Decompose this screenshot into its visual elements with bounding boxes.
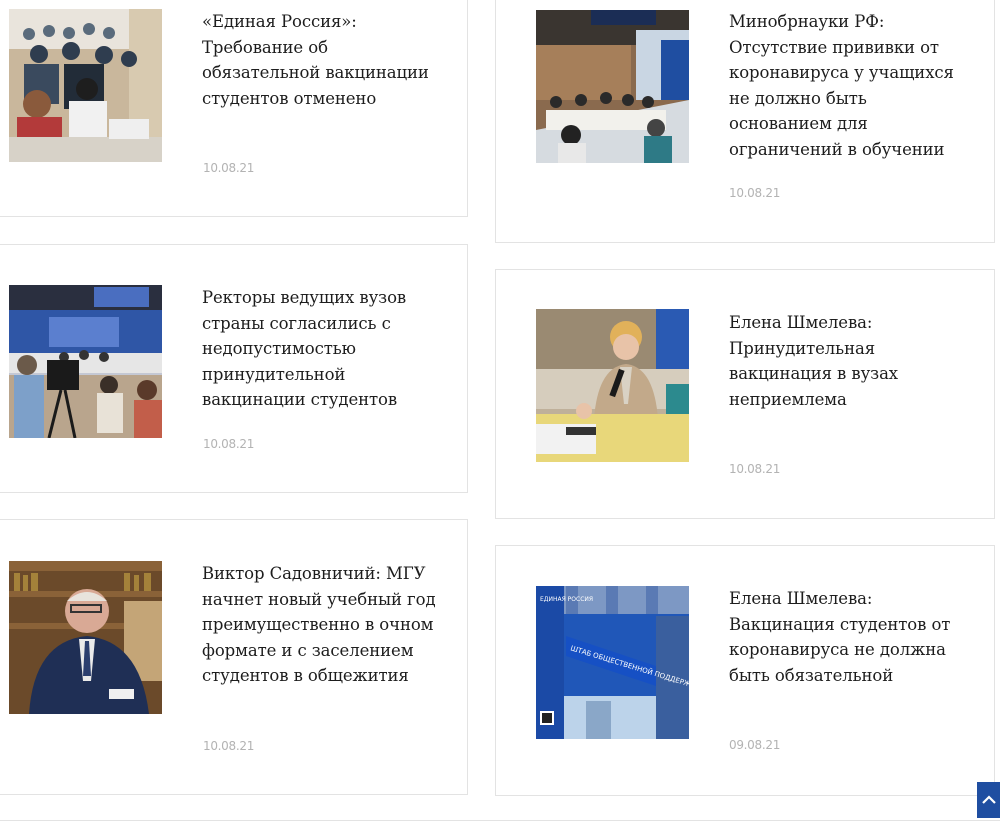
woman-speaker-photo	[536, 309, 689, 462]
news-date: 10.08.21	[203, 161, 255, 175]
news-thumbnail[interactable]: ЕДИНАЯ РОССИЯ ШТАБ ОБЩЕСТВЕННОЙ ПОДДЕРЖК…	[536, 586, 689, 739]
news-thumbnail[interactable]	[9, 285, 162, 438]
rector-portrait-photo	[9, 561, 162, 714]
support-headquarters-photo: ЕДИНАЯ РОССИЯ ШТАБ ОБЩЕСТВЕННОЙ ПОДДЕРЖК…	[536, 586, 689, 739]
news-thumbnail[interactable]	[9, 9, 162, 162]
news-date: 10.08.21	[203, 437, 255, 451]
news-date: 10.08.21	[729, 462, 781, 476]
news-card[interactable]: ЕДИНАЯ РОССИЯ ШТАБ ОБЩЕСТВЕННОЙ ПОДДЕРЖК…	[495, 545, 995, 796]
news-title[interactable]: Елена Шмелева: Принудительная вакцинация…	[729, 310, 969, 412]
news-card[interactable]: Виктор Садовничий: МГУ начнет новый учеб…	[0, 519, 468, 795]
news-thumbnail[interactable]	[536, 10, 689, 163]
news-thumbnail[interactable]	[9, 561, 162, 714]
chevron-up-icon	[981, 793, 996, 808]
news-date: 10.08.21	[203, 739, 255, 753]
news-card[interactable]: «Единая Россия»: Требование об обязатель…	[0, 0, 468, 217]
scroll-to-top-button[interactable]	[977, 782, 1000, 818]
news-card[interactable]: Ректоры ведущих вузов страны согласились…	[0, 244, 468, 493]
party-logo-text: ЕДИНАЯ РОССИЯ	[540, 596, 593, 603]
news-title[interactable]: Ректоры ведущих вузов страны согласились…	[202, 285, 442, 413]
news-title[interactable]: «Единая Россия»: Требование об обязатель…	[202, 9, 432, 111]
news-card[interactable]: Елена Шмелева: Принудительная вакцинация…	[495, 269, 995, 519]
news-title[interactable]: Елена Шмелева: Вакцинация студентов от к…	[729, 586, 969, 688]
news-date: 10.08.21	[729, 186, 781, 200]
news-thumbnail[interactable]	[536, 309, 689, 462]
next-row-divider	[0, 820, 1000, 821]
conference-room-photo	[536, 10, 689, 163]
lecture-hall-photo	[9, 9, 162, 162]
news-title[interactable]: Виктор Садовничий: МГУ начнет новый учеб…	[202, 561, 442, 689]
news-card[interactable]: Минобрнауки РФ: Отсутствие прививки от к…	[495, 0, 995, 243]
news-title[interactable]: Минобрнауки РФ: Отсутствие прививки от к…	[729, 9, 969, 163]
news-date: 09.08.21	[729, 738, 781, 752]
press-conference-photo	[9, 285, 162, 438]
